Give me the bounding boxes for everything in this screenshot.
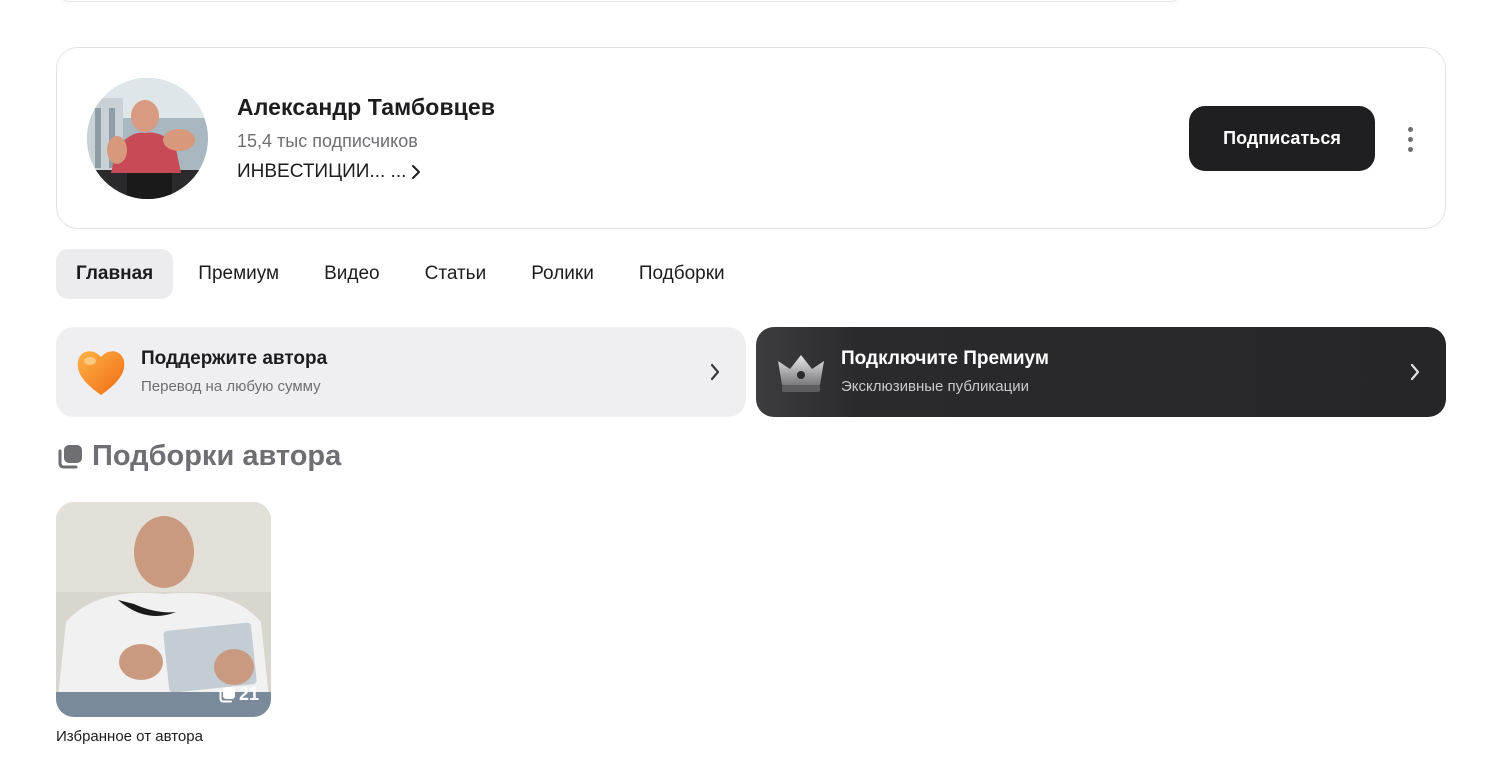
chevron-right-icon	[1410, 363, 1420, 381]
subscribe-button[interactable]: Подписаться	[1189, 106, 1375, 171]
tab-premium[interactable]: Премиум	[178, 249, 299, 299]
tab-articles[interactable]: Статьи	[405, 249, 507, 299]
chevron-right-icon	[412, 165, 421, 179]
tab-shorts[interactable]: Ролики	[511, 249, 614, 299]
collections-heading: Подборки автора	[56, 440, 341, 473]
tab-main[interactable]: Главная	[56, 249, 174, 299]
more-options-button[interactable]	[1397, 120, 1423, 158]
premium-banner[interactable]: Подключите Премиум Эксклюзивные публикац…	[756, 327, 1446, 417]
collections-icon	[58, 444, 82, 468]
channel-tabs: Главная Премиум Видео Статьи Ролики Подб…	[56, 249, 750, 299]
more-dot-icon	[1407, 136, 1413, 142]
collection-count-badge: 21	[218, 684, 259, 705]
support-author-banner[interactable]: Поддержите автора Перевод на любую сумму	[56, 327, 746, 417]
previous-card-edge	[60, 0, 1180, 2]
premium-subtitle: Эксклюзивные публикации	[841, 378, 1029, 395]
channel-name: Александр Тамбовцев	[237, 94, 496, 120]
more-dot-icon	[1407, 126, 1413, 132]
more-dot-icon	[1407, 146, 1413, 152]
crown-icon	[778, 355, 824, 392]
support-subtitle: Перевод на любую сумму	[141, 378, 321, 395]
channel-header-card: Александр Тамбовцев 15,4 тыс подписчиков…	[56, 47, 1446, 229]
channel-info: Александр Тамбовцев 15,4 тыс подписчиков…	[237, 94, 495, 183]
support-title: Поддержите автора	[141, 348, 328, 369]
channel-description-link[interactable]: ИНВЕСТИЦИИ... ...	[237, 161, 495, 183]
channel-description: ИНВЕСТИЦИИ... ...	[237, 161, 407, 182]
tab-collections[interactable]: Подборки	[619, 249, 745, 299]
support-texts: Поддержите автора Перевод на любую сумму	[141, 348, 327, 395]
collections-icon	[219, 686, 235, 702]
chevron-right-icon	[710, 363, 720, 381]
collection-count: 21	[238, 684, 259, 704]
premium-title: Подключите Премиум	[841, 348, 1049, 369]
heart-icon	[77, 351, 125, 395]
collection-caption[interactable]: Избранное от автора	[56, 728, 203, 745]
collection-card[interactable]: 21	[56, 502, 271, 717]
subscriber-count: 15,4 тыс подписчиков	[237, 131, 418, 151]
collections-title: Подборки автора	[92, 440, 342, 472]
premium-texts: Подключите Премиум Эксклюзивные публикац…	[841, 348, 1049, 395]
tab-video[interactable]: Видео	[304, 249, 400, 299]
avatar[interactable]	[87, 78, 208, 199]
